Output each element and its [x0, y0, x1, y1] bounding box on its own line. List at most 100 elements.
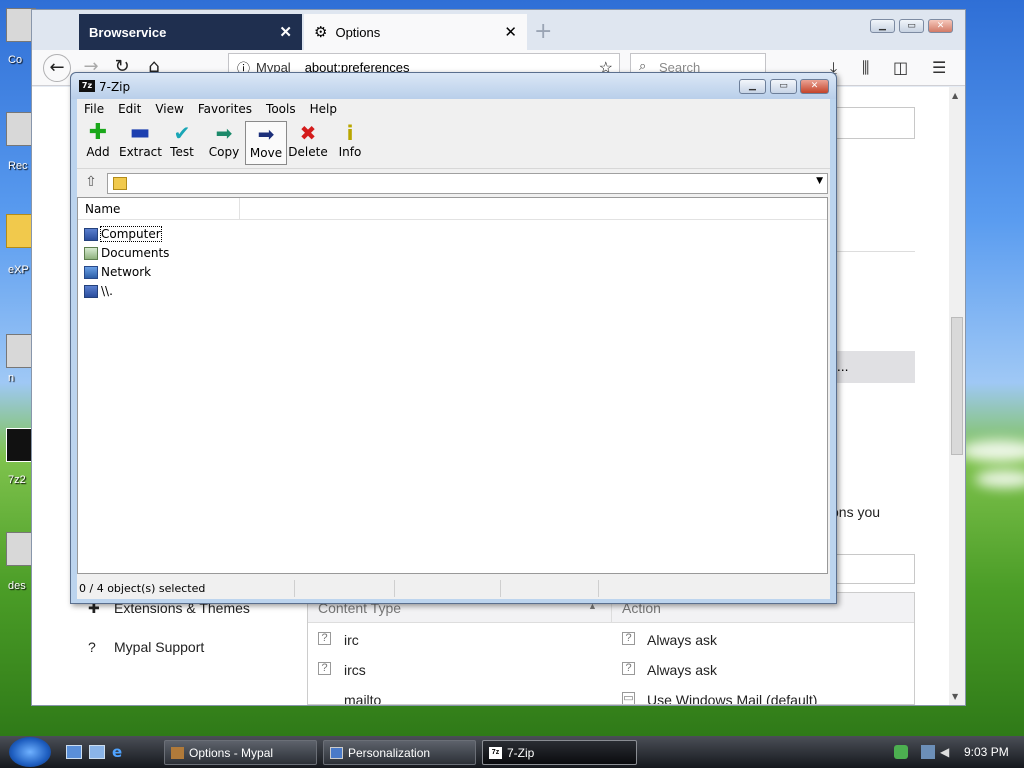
clock[interactable]: 9:03 PM: [964, 745, 1009, 759]
taskbar-item-label: Personalization: [348, 746, 431, 760]
table-row[interactable]: ? ircs ? Always ask: [308, 655, 914, 685]
list-item-documents[interactable]: Documents: [84, 244, 169, 262]
menu-edit[interactable]: Edit: [111, 99, 148, 119]
chevron-down-icon[interactable]: ▼: [816, 176, 823, 186]
delete-button[interactable]: ✖ Delete: [287, 121, 329, 165]
test-button[interactable]: ✔ Test: [161, 121, 203, 165]
menu-tools[interactable]: Tools: [259, 99, 303, 119]
window-title: 7-Zip: [99, 80, 131, 94]
arrow-right-icon: ➡: [215, 121, 233, 145]
list-item-label: Network: [101, 265, 152, 279]
minimize-button[interactable]: ▁: [870, 19, 895, 33]
info-button[interactable]: i Info: [329, 121, 371, 165]
extract-button[interactable]: ▬ Extract: [119, 120, 162, 165]
minimize-button[interactable]: ▁: [739, 79, 766, 94]
maximize-button[interactable]: ▭: [899, 19, 924, 33]
vertical-scrollbar[interactable]: ▲ ▼: [949, 87, 965, 705]
scrollbar-thumb[interactable]: [951, 317, 963, 455]
tab-options[interactable]: ⚙ Options ✕: [304, 14, 527, 50]
desktop-icon-label: n: [8, 372, 15, 384]
taskbar-item-7zip[interactable]: 7z 7-Zip: [482, 740, 637, 765]
tab-label: Browservice: [89, 24, 167, 40]
tab-browservice[interactable]: Browservice ✕: [79, 14, 302, 50]
action-icon: ?: [622, 632, 635, 645]
library-icon[interactable]: ⫼: [862, 58, 869, 78]
cloud: [960, 440, 1024, 462]
volume-icon[interactable]: ◀: [940, 745, 954, 759]
documents-icon: [84, 246, 98, 260]
tab-strip: Browservice ✕ ⚙ Options ✕ + ▁ ▭ ✕: [32, 10, 965, 50]
info-button-label: Info: [338, 145, 362, 159]
network-icon[interactable]: [921, 745, 935, 759]
title-bar[interactable]: 7z 7-Zip ▁ ▭ ✕: [71, 73, 836, 99]
action-cell[interactable]: Always ask: [647, 632, 717, 648]
file-list[interactable]: Name Computer Documents Network \\.: [77, 197, 828, 574]
computer-icon: [84, 284, 98, 298]
path-combobox[interactable]: ▼: [107, 173, 828, 194]
content-type-cell: mailto: [344, 692, 382, 705]
close-icon[interactable]: ✕: [279, 23, 292, 41]
column-name[interactable]: Name: [78, 198, 240, 220]
plus-icon: ✚: [88, 120, 108, 145]
taskbar-item-label: Options - Mypal: [189, 746, 274, 760]
gear-icon: ⚙: [314, 24, 328, 41]
taskbar-item-personalization[interactable]: Personalization: [323, 740, 476, 765]
sidebar-item-label: Mypal Support: [114, 639, 205, 655]
scroll-down-icon[interactable]: ▼: [952, 692, 958, 701]
list-item-label: Computer: [100, 226, 162, 242]
content-type-cell: ircs: [344, 662, 366, 678]
list-item-label: \\.: [101, 284, 113, 298]
sevenzip-logo: 7z: [79, 80, 95, 92]
list-item-network[interactable]: Network: [84, 263, 151, 281]
switch-windows-icon[interactable]: [89, 745, 105, 759]
new-tab-icon[interactable]: +: [534, 19, 552, 44]
menu-view[interactable]: View: [148, 99, 190, 119]
protocol-icon: ?: [318, 662, 331, 675]
table-row[interactable]: ? irc ? Always ask: [308, 625, 914, 655]
taskbar-item-mypal[interactable]: Options - Mypal: [164, 740, 317, 765]
menu-favorites[interactable]: Favorites: [191, 99, 259, 119]
status-bar: 0 / 4 object(s) selected: [77, 577, 830, 599]
network-icon: [84, 265, 98, 279]
taskbar-item-label: 7-Zip: [507, 746, 535, 760]
table-row[interactable]: mailto ▭ Use Windows Mail (default): [308, 685, 914, 705]
computer-icon: [84, 227, 98, 241]
list-item-local-root[interactable]: \\.: [84, 282, 113, 300]
sidebar-icon[interactable]: ◫: [893, 58, 908, 77]
copy-button[interactable]: ➡ Copy: [203, 121, 245, 165]
content-type-cell: irc: [344, 632, 359, 648]
delete-button-label: Delete: [288, 145, 328, 159]
maximize-button[interactable]: ▭: [770, 79, 797, 94]
internet-explorer-icon[interactable]: e: [112, 745, 128, 760]
up-folder-icon[interactable]: ⇧: [81, 174, 101, 192]
action-cell[interactable]: Always ask: [647, 662, 717, 678]
applications-table: Content Type ▲ Action ? irc ? Always ask…: [307, 592, 915, 705]
move-button[interactable]: ➡ Move: [245, 121, 287, 165]
close-button[interactable]: ✕: [928, 19, 953, 33]
status-pane: [295, 580, 395, 597]
start-button[interactable]: [9, 737, 51, 767]
action-cell[interactable]: Use Windows Mail (default): [647, 692, 817, 704]
desktop-icon-label: 7z2: [8, 474, 26, 486]
sidebar-item-support[interactable]: ? Mypal Support: [88, 639, 204, 655]
menu-file[interactable]: File: [77, 99, 111, 119]
copy-button-label: Copy: [208, 145, 240, 159]
security-icon[interactable]: [894, 745, 908, 759]
scroll-up-icon[interactable]: ▲: [952, 91, 958, 100]
status-pane: [501, 580, 599, 597]
action-icon: ▭: [622, 692, 635, 704]
back-button[interactable]: ←: [43, 54, 71, 82]
address-bar: ⇧ ▼: [77, 171, 830, 195]
close-button[interactable]: ✕: [800, 79, 829, 94]
minus-icon: ▬: [129, 120, 151, 145]
list-item-computer[interactable]: Computer: [84, 225, 162, 243]
mypal-icon: [171, 747, 184, 759]
close-icon[interactable]: ✕: [504, 23, 517, 41]
menu-help[interactable]: Help: [303, 99, 344, 119]
add-button[interactable]: ✚ Add: [77, 121, 119, 165]
tab-label: Options: [335, 24, 381, 40]
check-icon: ✔: [173, 121, 191, 145]
show-desktop-icon[interactable]: [66, 745, 82, 759]
status-text: 0 / 4 object(s) selected: [77, 580, 295, 597]
menu-icon[interactable]: ☰: [932, 58, 946, 77]
